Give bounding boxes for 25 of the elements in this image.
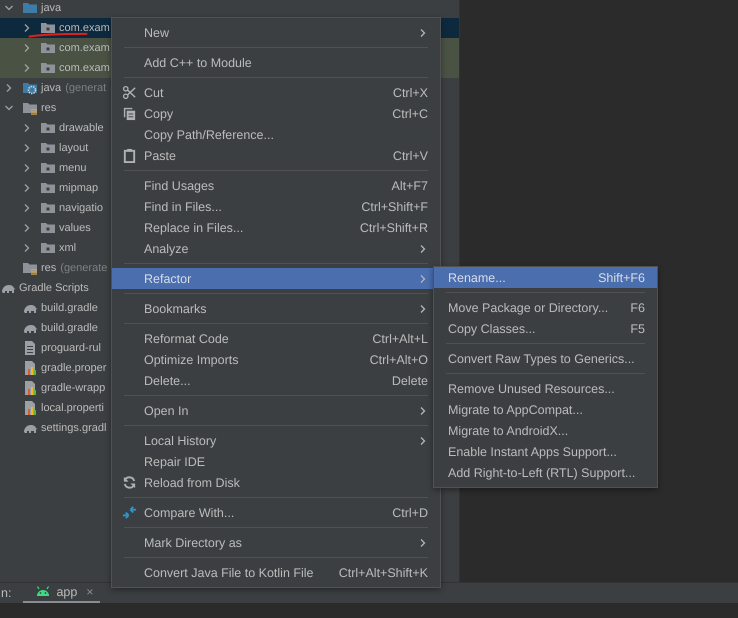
tree-item-label: com.exam xyxy=(59,42,110,54)
tree-item-label: local.properti xyxy=(41,402,104,414)
tree-item-label: com.exam xyxy=(59,22,110,34)
tree-item-label: proguard-rul xyxy=(41,342,101,354)
tree-item-label: mipmap xyxy=(59,182,98,194)
tree-item-note: (generate xyxy=(60,262,108,274)
tree-item-label: values xyxy=(59,222,91,234)
tree-item-label: java xyxy=(41,2,62,14)
tree-item-label: gradle.proper xyxy=(41,362,106,374)
tree-item-label: com.exam xyxy=(59,62,110,74)
tree-item-label: build.gradle xyxy=(41,302,98,314)
tree-item-label: gradle-wrapp xyxy=(41,382,106,394)
tree-item-note: (generat xyxy=(65,82,106,94)
tree-item-label: menu xyxy=(59,162,87,174)
tree-item-label: settings.gradl xyxy=(41,422,106,434)
tree-item-label: build.gradle xyxy=(41,322,98,334)
tree-item-label: layout xyxy=(59,142,88,154)
tree-item-label: res xyxy=(41,262,56,274)
tree-item-label: java xyxy=(41,82,62,94)
panel-label: n: xyxy=(1,586,12,600)
tree-item-label: navigatio xyxy=(59,202,104,214)
tree-item-label: drawable xyxy=(59,122,104,134)
tree-item-label: xml xyxy=(59,242,76,254)
tree-item-label: Gradle Scripts xyxy=(19,282,89,294)
tree-item-label: res xyxy=(41,102,56,114)
